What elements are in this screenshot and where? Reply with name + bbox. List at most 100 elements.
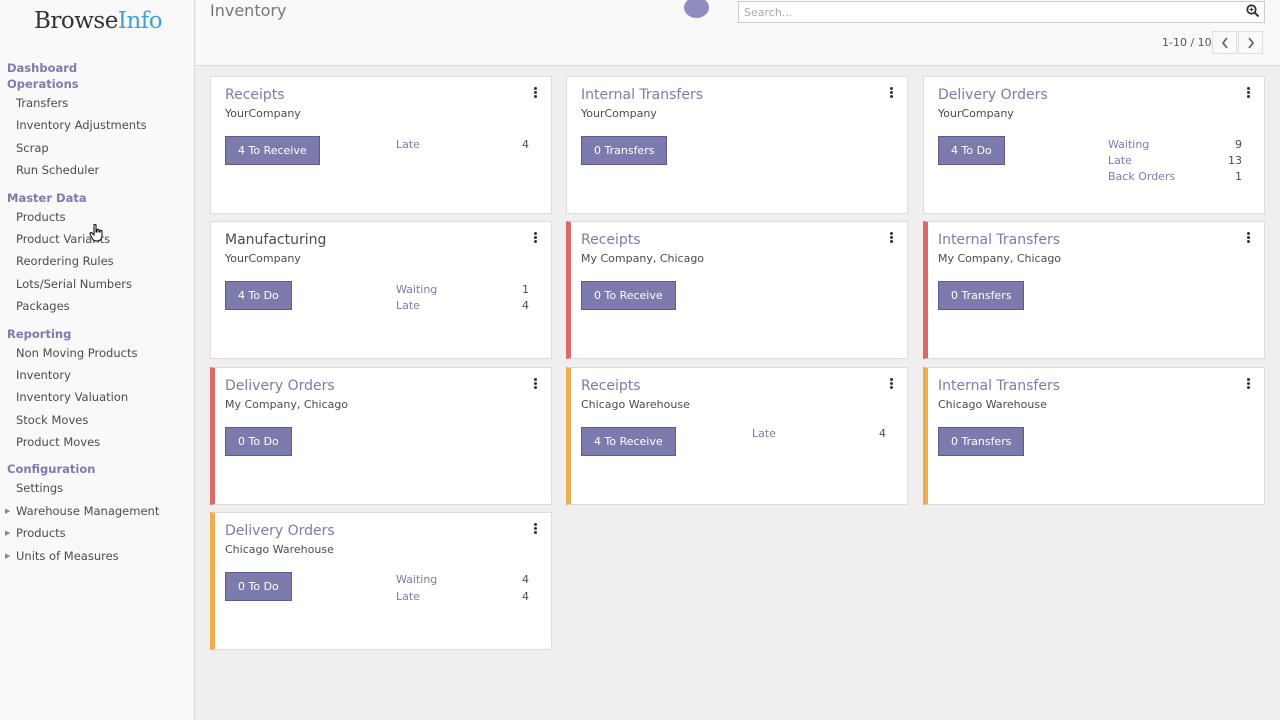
stat-label[interactable]: Late — [396, 138, 420, 151]
kanban-card[interactable]: Internal Transfers My Company, Chicago 0… — [923, 221, 1265, 359]
card-subtitle: Chicago Warehouse — [225, 543, 334, 556]
kebab-icon[interactable] — [534, 378, 537, 389]
stat-label[interactable]: Waiting — [396, 573, 437, 586]
card-title[interactable]: Internal Transfers — [581, 87, 703, 103]
card-title[interactable]: Delivery Orders — [225, 378, 335, 394]
card-action-button[interactable]: 0 Transfers — [581, 136, 668, 165]
card-title[interactable]: Receipts — [581, 232, 641, 248]
card-title[interactable]: Manufacturing — [225, 232, 326, 248]
sidebar-item-packages[interactable]: Packages — [0, 295, 195, 317]
page-title: Inventory — [210, 1, 287, 20]
card-action-button[interactable]: 4 To Receive — [581, 427, 676, 456]
card-subtitle: My Company, Chicago — [581, 252, 705, 265]
sidebar-menu: Dashboard Operations Transfers Inventory… — [0, 60, 195, 567]
stat-label[interactable]: Late — [752, 427, 776, 440]
sidebar-item-inventory-valuation[interactable]: Inventory Valuation — [0, 386, 195, 408]
kanban-card[interactable]: Internal Transfers YourCompany 0 Transfe… — [566, 76, 908, 214]
sidebar-item-lots-serial-numbers[interactable]: Lots/Serial Numbers — [0, 273, 195, 295]
kanban-card[interactable]: Delivery Orders YourCompany 4 To Do Wait… — [923, 76, 1265, 214]
card-subtitle: YourCompany — [225, 107, 301, 120]
kanban-card[interactable]: Delivery Orders My Company, Chicago 0 To… — [210, 367, 552, 505]
sidebar-section-operations: Operations — [7, 77, 79, 91]
kebab-icon[interactable] — [890, 232, 893, 243]
caret-right-icon: ▶ — [5, 506, 11, 515]
sidebar-item-inventory[interactable]: Inventory — [0, 364, 195, 386]
search-input[interactable]: Search... — [738, 1, 1265, 23]
card-title[interactable]: Internal Transfers — [938, 232, 1060, 248]
sidebar-section-dashboard[interactable]: Dashboard — [0, 60, 195, 76]
card-action-button[interactable]: 0 To Do — [225, 427, 292, 456]
search-icon[interactable] — [1246, 4, 1260, 18]
card-subtitle: YourCompany — [938, 107, 1014, 120]
pager-prev-button[interactable] — [1212, 31, 1237, 54]
kebab-icon[interactable] — [1247, 87, 1250, 98]
sidebar-item-units-of-measures[interactable]: ▶ Units of Measures — [0, 545, 195, 567]
sidebar-item-settings[interactable]: Settings — [0, 477, 195, 499]
stat-value: 4 — [522, 299, 529, 312]
sidebar-section-reporting: Reporting — [7, 326, 72, 341]
pager-value[interactable]: 1-10 / 10 — [1162, 36, 1212, 49]
sidebar-item-product-moves[interactable]: Product Moves — [0, 431, 195, 453]
sidebar-item-stock-moves[interactable]: Stock Moves — [0, 409, 195, 431]
stat-value: 13 — [1228, 154, 1242, 167]
card-action-button[interactable]: 4 To Receive — [225, 136, 320, 165]
kanban-card[interactable]: Manufacturing YourCompany 4 To Do Waitin… — [210, 221, 552, 359]
control-panel: Inventory Search... 1-10 / 10 — [196, 0, 1280, 66]
sidebar-item-reordering-rules[interactable]: Reordering Rules — [0, 250, 195, 272]
kebab-icon[interactable] — [890, 378, 893, 389]
kebab-icon[interactable] — [1247, 232, 1250, 243]
kebab-icon[interactable] — [890, 87, 893, 98]
card-title[interactable]: Internal Transfers — [938, 378, 1060, 394]
sidebar-section-configuration: Configuration — [7, 462, 96, 477]
card-title[interactable]: Receipts — [225, 87, 285, 103]
caret-right-icon: ▶ — [5, 551, 11, 560]
sidebar-item-run-scheduler[interactable]: Run Scheduler — [0, 159, 195, 181]
sidebar-item-scrap[interactable]: Scrap — [0, 137, 195, 159]
card-action-button[interactable]: 4 To Do — [938, 136, 1005, 165]
caret-right-icon: ▶ — [5, 529, 11, 538]
card-subtitle: Chicago Warehouse — [938, 398, 1047, 411]
sidebar-section-master-data: Master Data — [7, 190, 87, 205]
chevron-left-icon — [1221, 37, 1228, 49]
card-action-button[interactable]: 0 Transfers — [938, 427, 1025, 456]
kanban-card[interactable]: Receipts Chicago Warehouse 4 To Receive … — [566, 367, 908, 505]
sidebar-item-warehouse-management[interactable]: ▶ Warehouse Management — [0, 500, 195, 522]
stat-label[interactable]: Late — [396, 299, 420, 312]
kanban-card[interactable]: Receipts My Company, Chicago 0 To Receiv… — [566, 221, 908, 359]
card-subtitle: YourCompany — [581, 107, 657, 120]
kebab-icon[interactable] — [534, 523, 537, 534]
kebab-icon[interactable] — [1247, 378, 1250, 389]
card-action-button[interactable]: 0 To Receive — [581, 281, 676, 310]
stat-label[interactable]: Waiting — [396, 283, 437, 296]
kanban-card[interactable]: Internal Transfers Chicago Warehouse 0 T… — [923, 367, 1265, 505]
card-title[interactable]: Receipts — [581, 378, 641, 394]
stat-label[interactable]: Waiting — [1108, 138, 1149, 151]
sidebar-item-non-moving-products[interactable]: Non Moving Products — [0, 342, 195, 364]
stat-label[interactable]: Back Orders — [1108, 170, 1175, 183]
loading-indicator — [684, 0, 709, 18]
sidebar: BrowseInfo Dashboard Operations Transfer… — [0, 0, 195, 720]
sidebar-item-transfers[interactable]: Transfers — [0, 92, 195, 114]
stat-value: 9 — [1235, 138, 1242, 151]
card-title[interactable]: Delivery Orders — [938, 87, 1048, 103]
stat-label[interactable]: Late — [1108, 154, 1132, 167]
card-action-button[interactable]: 0 Transfers — [938, 281, 1025, 310]
kanban-card[interactable]: Receipts YourCompany 4 To Receive Late 4 — [210, 76, 552, 214]
stat-label[interactable]: Late — [396, 590, 420, 603]
kebab-icon[interactable] — [534, 232, 537, 243]
card-title[interactable]: Delivery Orders — [225, 523, 335, 539]
card-action-button[interactable]: 0 To Do — [225, 572, 292, 601]
kebab-icon[interactable] — [534, 87, 537, 98]
pager-next-button[interactable] — [1238, 31, 1263, 54]
sidebar-item-config-products[interactable]: ▶ Products — [0, 522, 195, 544]
card-subtitle: My Company, Chicago — [938, 252, 1062, 265]
stat-value: 1 — [522, 283, 529, 296]
card-action-button[interactable]: 4 To Do — [225, 281, 292, 310]
card-subtitle: My Company, Chicago — [225, 398, 349, 411]
sidebar-item-inventory-adjustments[interactable]: Inventory Adjustments — [0, 114, 195, 136]
card-subtitle: YourCompany — [225, 252, 301, 265]
logo[interactable]: BrowseInfo — [34, 8, 163, 34]
stat-value: 1 — [1235, 170, 1242, 183]
kanban-card[interactable]: Delivery Orders Chicago Warehouse 0 To D… — [210, 512, 552, 650]
stat-value: 4 — [879, 427, 886, 440]
